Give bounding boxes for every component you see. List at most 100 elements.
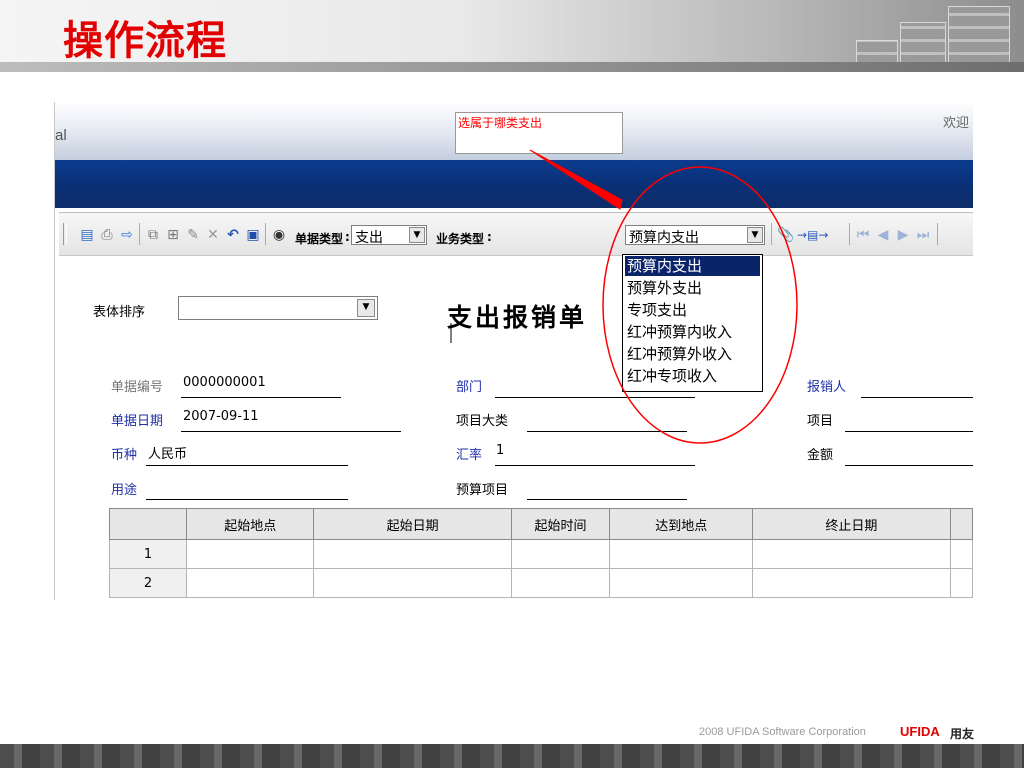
table-row: 2	[109, 568, 973, 598]
annotation-callout: 选属于哪类支出	[455, 112, 623, 154]
sort-select[interactable]: ▼	[178, 296, 378, 320]
last-icon[interactable]: ⏭	[915, 227, 931, 243]
grid-corner	[109, 508, 187, 540]
footer-brand-logo: UFIDA	[900, 724, 940, 739]
project-label: 项目	[807, 414, 834, 429]
dropdown-option[interactable]: 预算外支出	[625, 278, 760, 298]
table-row: 1	[109, 539, 973, 569]
edit-icon[interactable]: ✎	[185, 227, 201, 243]
currency-value[interactable]: 人民币	[148, 443, 187, 462]
flow-icon[interactable]: →▤→	[797, 227, 828, 243]
dropdown-option[interactable]: 专项支出	[625, 300, 760, 320]
doc-type-select[interactable]: 支出 ▼	[351, 225, 427, 246]
attachment-icon[interactable]: 📎	[777, 227, 794, 243]
col-header[interactable]: 起始时间	[510, 508, 611, 540]
biz-type-dropdown-list: 预算内支出 预算外支出 专项支出 红冲预算内收入 红冲预算外收入 红冲专项收入	[622, 254, 763, 392]
doc-no-underline	[181, 397, 341, 398]
grid-cell[interactable]	[313, 568, 512, 598]
annotation-callout-text: 选属于哪类支出	[458, 116, 543, 130]
project-underline	[845, 431, 973, 432]
dropdown-option[interactable]: 红冲专项收入	[625, 366, 760, 386]
amount-label: 金额	[807, 448, 834, 463]
preview-icon[interactable]: ▤	[79, 227, 95, 243]
add-icon[interactable]: ⊞	[165, 227, 181, 243]
chevron-down-icon[interactable]: ▼	[747, 227, 763, 243]
col-header[interactable]: 起始地点	[185, 508, 315, 540]
app-logo: al	[55, 127, 67, 144]
project-category-underline	[527, 431, 687, 432]
footer-band	[0, 744, 1024, 768]
chevron-down-icon[interactable]: ▼	[357, 299, 375, 317]
grid-cell[interactable]	[185, 539, 315, 569]
amount-underline	[845, 465, 973, 466]
grid-cell[interactable]	[949, 539, 973, 569]
biz-type-select[interactable]: 预算内支出 ▼	[625, 225, 765, 246]
col-header[interactable]: 达到地点	[609, 508, 754, 540]
chevron-down-icon[interactable]: ▼	[409, 227, 425, 243]
doc-date-label: 单据日期	[111, 414, 164, 429]
row-number: 1	[109, 539, 187, 569]
export-icon[interactable]: ⇨	[119, 227, 135, 243]
grid-cell[interactable]	[752, 539, 951, 569]
rate-value[interactable]: 1	[496, 443, 504, 458]
grid-cell[interactable]	[752, 568, 951, 598]
dept-underline	[495, 397, 695, 398]
dept-label: 部门	[456, 380, 483, 395]
building-graphic	[948, 6, 1010, 66]
footer-brand-cn: 用友	[950, 727, 975, 741]
app-navbar	[55, 160, 973, 208]
undo-icon[interactable]: ↶	[225, 227, 241, 243]
grid-cell[interactable]	[949, 568, 973, 598]
footer-copyright: 2008 UFIDA Software Corporation	[699, 726, 866, 738]
rate-underline	[495, 465, 695, 466]
toolbar-separator	[139, 223, 140, 245]
claimant-underline	[861, 397, 973, 398]
slide-header: 操作流程	[0, 0, 1024, 72]
grid-cell[interactable]	[510, 568, 611, 598]
toolbar-separator	[937, 223, 938, 245]
grid-cell[interactable]	[185, 568, 315, 598]
biz-type-label: 业务类型	[436, 232, 485, 246]
next-icon[interactable]: ▶	[895, 227, 911, 243]
budget-item-underline	[527, 499, 687, 500]
grid-cell[interactable]	[510, 539, 611, 569]
delete-icon[interactable]: ✕	[205, 227, 221, 243]
doc-type-colon: :	[345, 230, 350, 244]
grid-cell[interactable]	[609, 568, 754, 598]
biz-type-value: 预算内支出	[629, 230, 699, 246]
currency-label: 币种	[111, 448, 138, 463]
first-icon[interactable]: ⏮	[855, 227, 871, 243]
sort-label: 表体排序	[93, 305, 146, 320]
dropdown-option[interactable]: 预算内支出	[625, 256, 760, 276]
app-window: al 欢迎 选属于哪类支出 ▤ ⎙ ⇨ ⧉ ⊞ ✎ ✕ ↶ ▣ ◉ 单据类型 :…	[54, 102, 973, 600]
doc-type-label: 单据类型	[295, 232, 344, 246]
purpose-label: 用途	[111, 483, 138, 498]
row-number: 2	[109, 568, 187, 598]
find-icon[interactable]: ◉	[271, 227, 287, 243]
copy-icon[interactable]: ⧉	[145, 227, 161, 243]
doc-no-label: 单据编号	[111, 380, 164, 395]
slide-title: 操作流程	[63, 18, 227, 64]
doc-type-value: 支出	[355, 230, 383, 246]
col-header[interactable]: 起始日期	[313, 508, 512, 540]
welcome-text: 欢迎	[942, 116, 969, 131]
grid-header-row: 起始地点 起始日期 起始时间 达到地点 终止日期	[109, 508, 973, 540]
form-title: 支出报销单	[447, 303, 588, 332]
grid-cell[interactable]	[609, 539, 754, 569]
doc-no-value[interactable]: 0000000001	[183, 375, 266, 390]
detail-grid: 起始地点 起始日期 起始时间 达到地点 终止日期 1 2	[109, 508, 973, 598]
budget-item-label: 预算项目	[456, 483, 509, 498]
toolbar-grip[interactable]	[63, 223, 67, 245]
doc-date-value[interactable]: 2007-09-11	[183, 409, 259, 424]
prev-icon[interactable]: ◀	[875, 227, 891, 243]
doc-date-underline	[181, 431, 401, 432]
currency-underline	[146, 465, 348, 466]
grid-cell[interactable]	[313, 539, 512, 569]
dropdown-option[interactable]: 红冲预算外收入	[625, 344, 760, 364]
col-header[interactable]: 终止日期	[752, 508, 951, 540]
claimant-label: 报销人	[807, 380, 847, 395]
dropdown-option[interactable]: 红冲预算内收入	[625, 322, 760, 342]
toolbar-separator	[771, 223, 772, 245]
save-icon[interactable]: ▣	[245, 227, 261, 243]
print-icon[interactable]: ⎙	[99, 227, 115, 243]
